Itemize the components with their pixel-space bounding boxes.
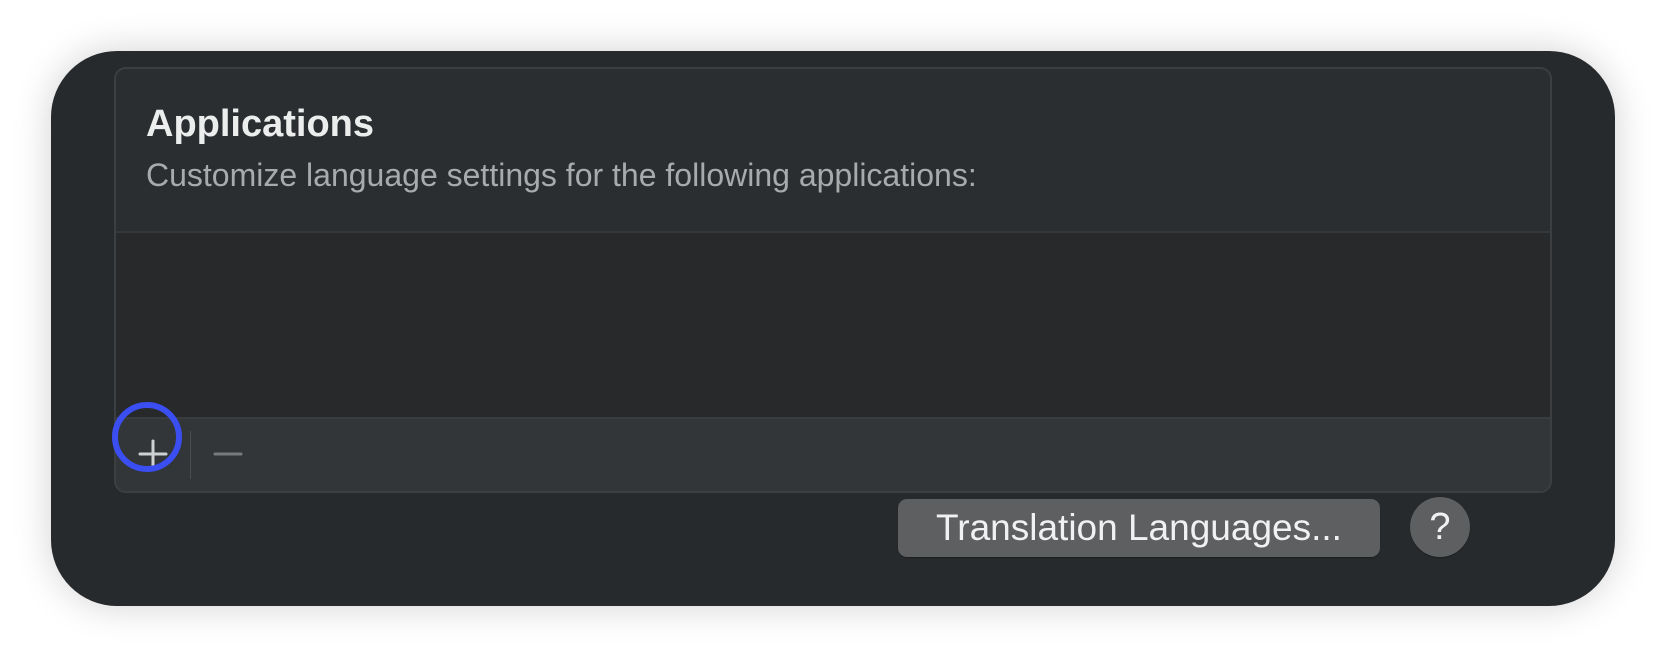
applications-subtitle: Customize language settings for the foll… bbox=[146, 157, 977, 193]
list-toolbar bbox=[116, 417, 1550, 491]
minus-icon bbox=[213, 452, 243, 456]
plus-icon bbox=[138, 439, 168, 469]
applications-title: Applications bbox=[146, 103, 375, 145]
remove-application-button[interactable] bbox=[191, 419, 265, 489]
help-button[interactable]: ? bbox=[1410, 497, 1470, 557]
applications-group: Applications Customize language settings… bbox=[114, 67, 1552, 493]
applications-header: Applications Customize language settings… bbox=[116, 69, 1550, 233]
applications-list[interactable] bbox=[116, 233, 1550, 419]
add-application-button[interactable] bbox=[116, 419, 190, 489]
translation-languages-button[interactable]: Translation Languages... bbox=[898, 499, 1380, 557]
settings-window: Applications Customize language settings… bbox=[51, 51, 1615, 606]
